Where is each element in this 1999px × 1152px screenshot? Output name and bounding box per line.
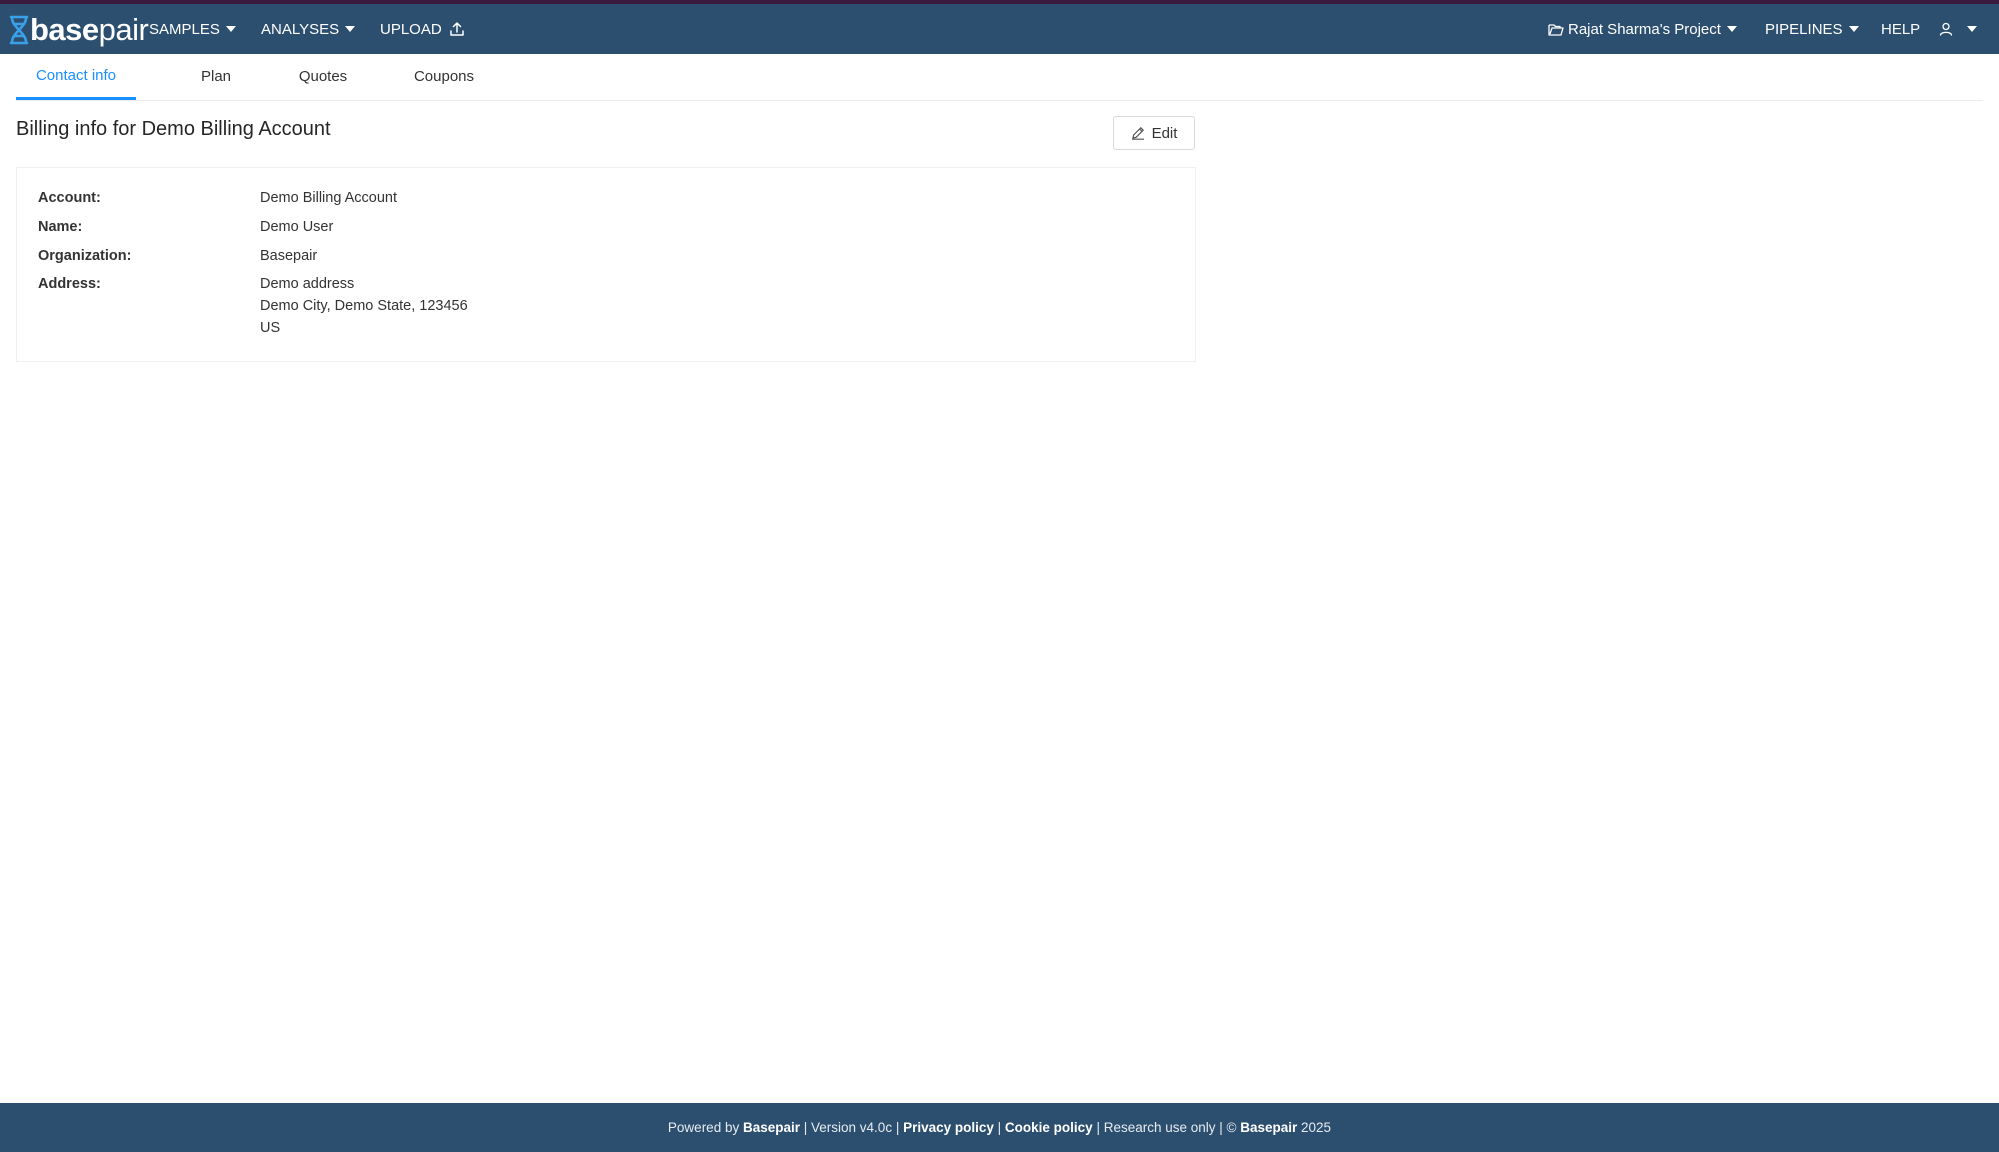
nav-pipelines-label: PIPELINES <box>1765 20 1843 38</box>
billing-info-card: Account: Demo Billing Account Name: Demo… <box>16 167 1196 362</box>
project-selector[interactable]: Rajat Sharma's Project <box>1548 4 1737 54</box>
top-navbar: basepair SAMPLES ANALYSES UPLOAD Rajat S… <box>0 4 1999 54</box>
cookie-policy-link[interactable]: Cookie policy <box>1005 1120 1093 1135</box>
address-line3: US <box>260 320 281 336</box>
account-value: Demo Billing Account <box>260 190 398 206</box>
nav-help-label: HELP <box>1881 20 1921 38</box>
edit-button[interactable]: Edit <box>1113 116 1195 150</box>
chevron-down-icon <box>345 26 356 32</box>
nav-pipelines-menu[interactable]: PIPELINES <box>1765 4 1859 54</box>
footer-brand-copyright: Basepair <box>1240 1120 1298 1135</box>
name-value: Demo User <box>260 219 334 235</box>
tab-contact-info[interactable]: Contact info <box>16 54 136 100</box>
footer-research-note: | Research use only | © <box>1092 1120 1241 1135</box>
billing-tabs: Contact info Plan Quotes Coupons <box>16 54 1983 101</box>
folder-icon <box>1548 23 1564 36</box>
address-label: Address: <box>38 276 101 292</box>
account-label: Account: <box>38 190 101 206</box>
tab-label: Quotes <box>298 67 348 85</box>
dna-logo-icon <box>9 15 29 45</box>
logo-text-pair: pair <box>98 12 149 47</box>
page-title: Billing info for Demo Billing Account <box>16 118 331 140</box>
tab-label: Plan <box>200 67 232 85</box>
user-menu[interactable] <box>1939 4 1977 54</box>
nav-samples-menu[interactable]: SAMPLES <box>149 4 236 54</box>
user-icon <box>1939 22 1953 36</box>
tab-quotes[interactable]: Quotes <box>273 54 373 98</box>
logo-text: basepair <box>30 12 149 48</box>
nav-samples-label: SAMPLES <box>149 20 220 38</box>
address-line2: Demo City, Demo State, 123456 <box>260 298 468 314</box>
privacy-policy-link[interactable]: Privacy policy <box>903 1120 994 1135</box>
edit-button-label: Edit <box>1151 124 1178 142</box>
nav-upload[interactable]: UPLOAD <box>380 4 464 54</box>
tab-coupons[interactable]: Coupons <box>394 54 494 98</box>
chevron-down-icon <box>1726 26 1737 32</box>
chevron-down-icon <box>1848 26 1859 32</box>
nav-analyses-label: ANALYSES <box>261 20 340 38</box>
address-line1: Demo address <box>260 276 355 292</box>
logo-text-base: base <box>30 12 99 47</box>
organization-label: Organization: <box>38 248 132 264</box>
project-name: Rajat Sharma's Project <box>1568 20 1721 38</box>
name-label: Name: <box>38 219 83 235</box>
tab-label: Coupons <box>413 67 475 85</box>
footer-separator: | <box>993 1120 1005 1135</box>
tab-plan[interactable]: Plan <box>166 54 266 98</box>
basepair-logo[interactable]: basepair <box>8 12 149 48</box>
nav-analyses-menu[interactable]: ANALYSES <box>261 4 356 54</box>
page-footer: Powered by Basepair | Version v4.0c | Pr… <box>0 1103 1999 1152</box>
chevron-down-icon <box>225 26 236 32</box>
footer-version: | Version v4.0c | <box>800 1120 904 1135</box>
footer-powered-by: Powered by <box>667 1120 743 1135</box>
upload-icon <box>449 22 464 36</box>
nav-help[interactable]: HELP <box>1881 4 1920 54</box>
tab-label: Contact info <box>35 67 117 84</box>
pencil-icon <box>1131 127 1144 140</box>
chevron-down-icon <box>1967 26 1977 32</box>
footer-year: 2025 <box>1297 1120 1332 1135</box>
nav-upload-label: UPLOAD <box>380 20 442 38</box>
organization-value: Basepair <box>260 248 318 264</box>
footer-brand: Basepair <box>742 1120 801 1135</box>
